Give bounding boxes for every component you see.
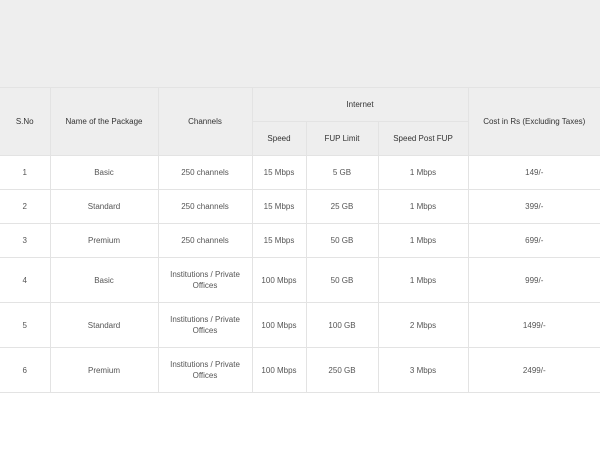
cell-sno: 5: [0, 302, 51, 348]
cell-sno: 6: [0, 347, 51, 393]
header-cost: Cost in Rs (Excluding Taxes): [467, 87, 600, 156]
table-row: 5 Standard Institutions / Private Office…: [0, 302, 600, 348]
table-header: S.No Name of the Package Channels Intern…: [0, 87, 600, 156]
cell-channels: Institutions / Private Offices: [157, 257, 253, 303]
cell-fup-limit: 50 GB: [305, 223, 379, 258]
cell-cost: 1499/-: [467, 302, 600, 348]
header-package-name: Name of the Package: [49, 87, 159, 156]
cell-speed-post-fup: 3 Mbps: [377, 347, 469, 393]
cell-speed-post-fup: 2 Mbps: [377, 302, 469, 348]
header-channels: Channels: [157, 87, 253, 156]
top-banner-area: [0, 0, 600, 87]
cell-sno: 1: [0, 155, 51, 190]
table-row: 1 Basic 250 channels 15 Mbps 5 GB 1 Mbps…: [0, 155, 600, 190]
cell-cost: 999/-: [467, 257, 600, 303]
table-row: 2 Standard 250 channels 15 Mbps 25 GB 1 …: [0, 189, 600, 224]
table-row: 4 Basic Institutions / Private Offices 1…: [0, 257, 600, 303]
cell-fup-limit: 25 GB: [305, 189, 379, 224]
cell-sno: 2: [0, 189, 51, 224]
cell-package-name: Basic: [49, 257, 159, 303]
cell-cost: 149/-: [467, 155, 600, 190]
cell-channels: Institutions / Private Offices: [157, 347, 253, 393]
header-row: S.No Name of the Package Channels Intern…: [0, 87, 600, 156]
header-fup-limit: FUP Limit: [305, 121, 379, 156]
cell-sno: 4: [0, 257, 51, 303]
table-row: 3 Premium 250 channels 15 Mbps 50 GB 1 M…: [0, 223, 600, 258]
cell-cost: 399/-: [467, 189, 600, 224]
package-table: S.No Name of the Package Channels Intern…: [0, 87, 600, 393]
cell-package-name: Basic: [49, 155, 159, 190]
header-sno: S.No: [0, 87, 51, 156]
cell-channels: 250 channels: [157, 189, 253, 224]
cell-speed: 15 Mbps: [251, 223, 307, 258]
cell-channels: 250 channels: [157, 223, 253, 258]
cell-speed-post-fup: 1 Mbps: [377, 155, 469, 190]
cell-speed: 15 Mbps: [251, 189, 307, 224]
cell-fup-limit: 100 GB: [305, 302, 379, 348]
cell-package-name: Premium: [49, 223, 159, 258]
cell-channels: 250 channels: [157, 155, 253, 190]
header-speed: Speed: [252, 121, 307, 156]
cell-cost: 699/-: [467, 223, 600, 258]
cell-speed-post-fup: 1 Mbps: [377, 257, 469, 303]
cell-speed: 100 Mbps: [251, 347, 307, 393]
cell-speed: 100 Mbps: [251, 302, 307, 348]
cell-sno: 3: [0, 223, 51, 258]
header-internet: Internet: [251, 87, 469, 122]
cell-channels: Institutions / Private Offices: [157, 302, 253, 348]
table-row: 6 Premium Institutions / Private Offices…: [0, 347, 600, 393]
cell-fup-limit: 5 GB: [305, 155, 379, 190]
cell-cost: 2499/-: [467, 347, 600, 393]
cell-speed: 15 Mbps: [251, 155, 307, 190]
header-speed-post-fup: Speed Post FUP: [377, 121, 469, 156]
cell-fup-limit: 50 GB: [305, 257, 379, 303]
cell-package-name: Standard: [49, 189, 159, 224]
cell-fup-limit: 250 GB: [305, 347, 379, 393]
cell-package-name: Standard: [49, 302, 159, 348]
cell-speed: 100 Mbps: [251, 257, 307, 303]
cell-package-name: Premium: [49, 347, 159, 393]
cell-speed-post-fup: 1 Mbps: [377, 223, 469, 258]
table-body: 1 Basic 250 channels 15 Mbps 5 GB 1 Mbps…: [0, 155, 600, 393]
cell-speed-post-fup: 1 Mbps: [377, 189, 469, 224]
